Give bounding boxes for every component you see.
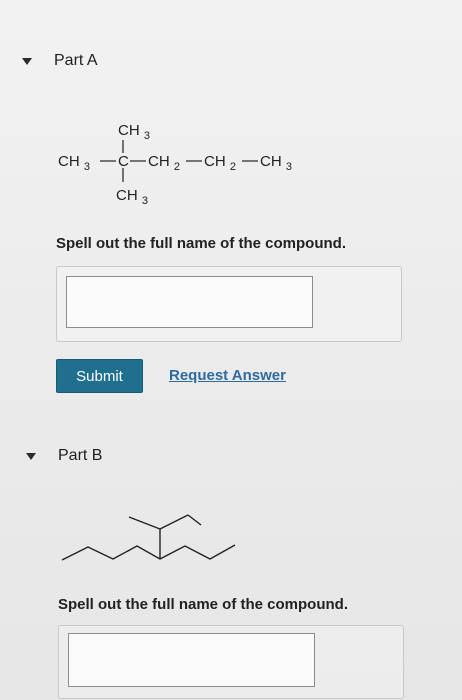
part-b-skeletal-formula — [61, 514, 236, 561]
part-a-header[interactable]: Part A — [22, 52, 98, 70]
chevron-down-icon[interactable] — [26, 452, 36, 460]
ethyl-branch-2 — [187, 514, 202, 526]
formula-subscript: 3 — [84, 161, 90, 173]
formula-subscript: 2 — [230, 161, 236, 173]
ch3-top-label: CH 3 — [118, 122, 150, 142]
part-a-title: Part A — [54, 52, 98, 69]
ch3-right-label: CH 3 — [260, 153, 292, 173]
part-a-prompt: Spell out the full name of the compound. — [56, 235, 346, 252]
formula-subscript: 3 — [286, 161, 292, 173]
ethyl-branch-1 — [159, 514, 189, 530]
formula-subscript: 2 — [174, 161, 180, 173]
part-a-structural-formula: CH 3 CH 3 C CH 2 CH 2 CH 3 CH 3 — [58, 122, 292, 207]
quaternary-carbon-label: C — [118, 153, 129, 170]
ch2-label-2: CH 2 — [204, 153, 236, 173]
formula-subscript: 3 — [142, 195, 148, 207]
ch3-bottom-label: CH 3 — [116, 187, 148, 207]
part-b-answer-input[interactable] — [68, 633, 315, 687]
chevron-down-icon[interactable] — [22, 57, 32, 65]
formula-subscript: 3 — [144, 130, 150, 142]
part-b-prompt: Spell out the full name of the compound. — [58, 596, 348, 613]
main-carbon-chain — [61, 544, 236, 561]
part-b-header[interactable]: Part B — [26, 447, 102, 465]
request-answer-link[interactable]: Request Answer — [169, 367, 286, 384]
ch3-left-label: CH 3 — [58, 153, 90, 173]
submit-button[interactable]: Submit — [56, 359, 143, 393]
part-a-answer-input[interactable] — [66, 276, 313, 328]
methyl-branch — [128, 516, 161, 559]
ch2-label-1: CH 2 — [148, 153, 180, 173]
part-b-title: Part B — [58, 447, 103, 464]
